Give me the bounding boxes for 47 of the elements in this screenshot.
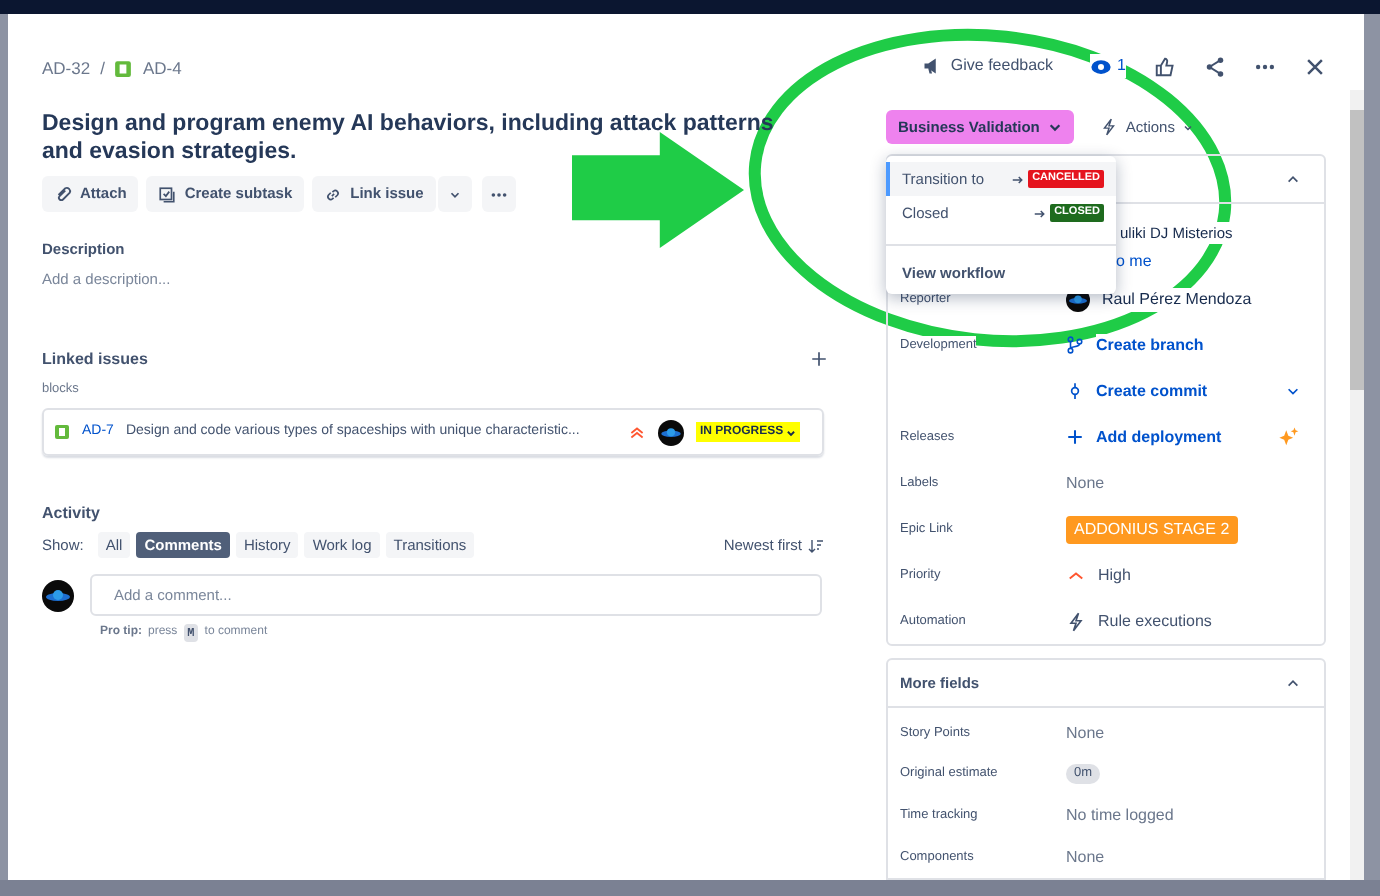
share-icon — [1204, 55, 1226, 78]
thumbs-up-icon — [1154, 55, 1176, 78]
chevron-down-icon — [1286, 384, 1300, 399]
lightning-icon — [1066, 611, 1086, 632]
plus-icon — [810, 350, 828, 368]
chevron-up-icon — [1286, 172, 1300, 187]
story-icon — [54, 424, 70, 441]
lightning-icon — [1099, 118, 1118, 137]
field-value: No time logged — [1066, 804, 1174, 828]
close-icon — [1304, 55, 1326, 78]
section-heading: Activity — [42, 502, 102, 527]
arrow-right-icon — [1034, 207, 1047, 219]
like-button[interactable] — [1154, 55, 1176, 78]
sort-icon — [808, 537, 824, 554]
close-button[interactable] — [1304, 55, 1326, 78]
field-value: None — [1066, 721, 1105, 746]
plus-icon — [1066, 428, 1084, 447]
commit-icon — [1066, 382, 1084, 401]
rule-executions-link[interactable]: Rule executions — [1098, 609, 1212, 634]
link-icon — [324, 185, 343, 203]
chevron-down-icon — [1047, 120, 1062, 135]
field-value: None — [1066, 845, 1105, 870]
breadcrumb-link[interactable]: AD-4 — [142, 55, 182, 81]
field-value: None — [1066, 471, 1105, 496]
add-deployment-link[interactable]: Add deployment — [1096, 425, 1222, 450]
sparkle-icon — [1278, 426, 1300, 449]
priority-highest-icon — [627, 423, 646, 442]
attach-icon — [54, 185, 72, 203]
feedback-button[interactable]: Give feedback — [922, 54, 1054, 79]
story-icon — [114, 59, 133, 77]
avatar-icon — [42, 579, 74, 612]
field-value: High — [1098, 563, 1131, 588]
subtask-icon — [158, 185, 177, 203]
branch-icon — [1066, 336, 1084, 355]
arrow-right-icon — [1012, 173, 1025, 185]
eye-icon — [1089, 55, 1112, 78]
avatar-icon — [657, 419, 684, 446]
chevron-down-icon — [785, 427, 796, 438]
share-button[interactable] — [1204, 55, 1226, 78]
chevron-down-icon — [447, 187, 462, 201]
chevron-down-icon — [1182, 121, 1195, 134]
breadcrumb-separator: / — [100, 55, 105, 81]
scrollbar[interactable] — [1350, 90, 1364, 880]
section-heading: Linked issues — [42, 347, 148, 371]
watch-button[interactable]: 1 — [1089, 54, 1126, 79]
chevron-up-icon — [1286, 676, 1300, 691]
breadcrumb-link[interactable]: AD-32 — [42, 55, 91, 81]
